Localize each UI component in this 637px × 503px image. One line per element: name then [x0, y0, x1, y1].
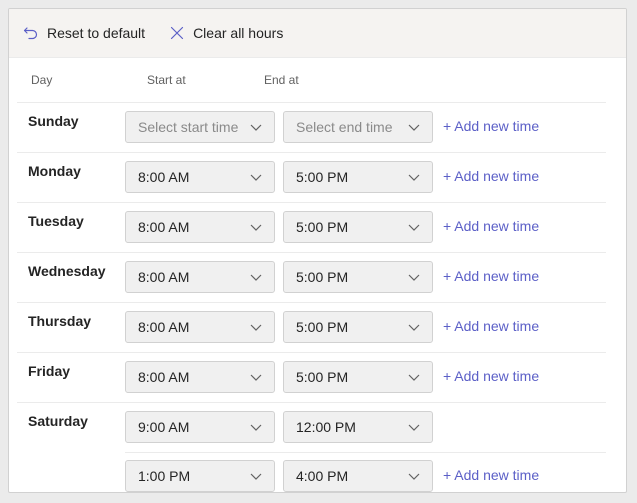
time-slot: 8:00 AM 5:00 PM + Add new time — [17, 353, 606, 402]
day-row-saturday: Saturday 9:00 AM 12:00 PM 1:00 PM 4:00 PM + A… — [17, 402, 606, 492]
close-icon — [170, 26, 184, 40]
add-new-time-link[interactable]: + Add new time — [443, 218, 539, 234]
day-rows: Sunday Select start time Select end time + … — [9, 102, 626, 492]
chevron-down-icon — [250, 374, 262, 381]
time-slot: 1:00 PM 4:00 PM + Add new time — [17, 452, 606, 492]
time-slot: 8:00 AM 5:00 PM + Add new time — [17, 203, 606, 252]
add-new-time-link[interactable]: + Add new time — [443, 467, 539, 483]
end-time-value: 5:00 PM — [296, 169, 349, 185]
start-time-dropdown[interactable]: 8:00 AM — [125, 311, 275, 343]
undo-icon — [23, 27, 38, 40]
day-row-tuesday: Tuesday 8:00 AM 5:00 PM + Add new time — [17, 202, 606, 252]
chevron-down-icon — [408, 124, 420, 131]
end-time-dropdown[interactable]: 5:00 PM — [283, 311, 433, 343]
start-time-dropdown[interactable]: 8:00 AM — [125, 161, 275, 193]
start-time-dropdown[interactable]: 8:00 AM — [125, 361, 275, 393]
toolbar: Reset to default Clear all hours — [9, 9, 626, 58]
chevron-down-icon — [250, 324, 262, 331]
day-row-monday: Monday 8:00 AM 5:00 PM + Add new time — [17, 152, 606, 202]
end-time-value: 5:00 PM — [296, 269, 349, 285]
chevron-down-icon — [408, 174, 420, 181]
add-new-time-link[interactable]: + Add new time — [443, 168, 539, 184]
day-column-header: Day — [31, 73, 53, 87]
start-time-dropdown[interactable]: 8:00 AM — [125, 261, 275, 293]
start-time-dropdown[interactable]: Select start time — [125, 111, 275, 143]
start-time-value: 8:00 AM — [138, 219, 190, 235]
end-time-value: 4:00 PM — [296, 468, 349, 484]
end-time-dropdown[interactable]: 5:00 PM — [283, 261, 433, 293]
clear-all-hours-label: Clear all hours — [193, 25, 284, 41]
end-time-value: 5:00 PM — [296, 369, 349, 385]
chevron-down-icon — [408, 424, 420, 431]
start-time-value: 1:00 PM — [138, 468, 191, 484]
working-hours-panel: Reset to default Clear all hours Day Sta… — [8, 8, 627, 493]
add-new-time-link[interactable]: + Add new time — [443, 268, 539, 284]
start-time-dropdown[interactable]: 8:00 AM — [125, 211, 275, 243]
day-row-wednesday: Wednesday 8:00 AM 5:00 PM + Add new time — [17, 252, 606, 302]
clear-all-hours-button[interactable]: Clear all hours — [169, 25, 283, 41]
start-time-value: 8:00 AM — [138, 369, 190, 385]
time-slot: 8:00 AM 5:00 PM + Add new time — [17, 303, 606, 352]
end-time-dropdown[interactable]: 12:00 PM — [283, 411, 433, 443]
start-time-value: Select start time — [138, 119, 239, 135]
end-time-dropdown[interactable]: 5:00 PM — [283, 361, 433, 393]
time-slot: 8:00 AM 5:00 PM + Add new time — [17, 253, 606, 302]
end-time-value: 5:00 PM — [296, 319, 349, 335]
start-time-dropdown[interactable]: 9:00 AM — [125, 411, 275, 443]
add-new-time-link[interactable]: + Add new time — [443, 368, 539, 384]
add-new-time-link[interactable]: + Add new time — [443, 118, 539, 134]
start-time-value: 8:00 AM — [138, 169, 190, 185]
end-time-value: Select end time — [296, 119, 393, 135]
start-time-value: 8:00 AM — [138, 269, 190, 285]
time-slot: Select start time Select end time + Add ne… — [17, 103, 606, 152]
chevron-down-icon — [408, 274, 420, 281]
start-time-dropdown[interactable]: 1:00 PM — [125, 460, 275, 492]
reset-to-default-button[interactable]: Reset to default — [23, 25, 145, 41]
end-time-dropdown[interactable]: 5:00 PM — [283, 161, 433, 193]
chevron-down-icon — [250, 224, 262, 231]
chevron-down-icon — [408, 374, 420, 381]
chevron-down-icon — [408, 224, 420, 231]
end-time-value: 5:00 PM — [296, 219, 349, 235]
reset-to-default-label: Reset to default — [47, 25, 146, 41]
end-time-dropdown[interactable]: 5:00 PM — [283, 211, 433, 243]
day-row-sunday: Sunday Select start time Select end time + … — [17, 102, 606, 152]
chevron-down-icon — [408, 473, 420, 480]
slot-divider — [125, 452, 606, 453]
start-column-header: Start at — [147, 73, 186, 87]
day-row-friday: Friday 8:00 AM 5:00 PM + Add new time — [17, 352, 606, 402]
chevron-down-icon — [250, 424, 262, 431]
start-time-value: 9:00 AM — [138, 419, 190, 435]
chevron-down-icon — [250, 124, 262, 131]
chevron-down-icon — [250, 473, 262, 480]
day-row-thursday: Thursday 8:00 AM 5:00 PM + Add new time — [17, 302, 606, 352]
end-time-dropdown[interactable]: Select end time — [283, 111, 433, 143]
chevron-down-icon — [408, 324, 420, 331]
end-time-dropdown[interactable]: 4:00 PM — [283, 460, 433, 492]
chevron-down-icon — [250, 174, 262, 181]
add-new-time-link[interactable]: + Add new time — [443, 318, 539, 334]
time-slot: 9:00 AM 12:00 PM — [17, 403, 606, 452]
start-time-value: 8:00 AM — [138, 319, 190, 335]
end-time-value: 12:00 PM — [296, 419, 356, 435]
time-slot: 8:00 AM 5:00 PM + Add new time — [17, 153, 606, 202]
end-column-header: End at — [264, 73, 299, 87]
chevron-down-icon — [250, 274, 262, 281]
